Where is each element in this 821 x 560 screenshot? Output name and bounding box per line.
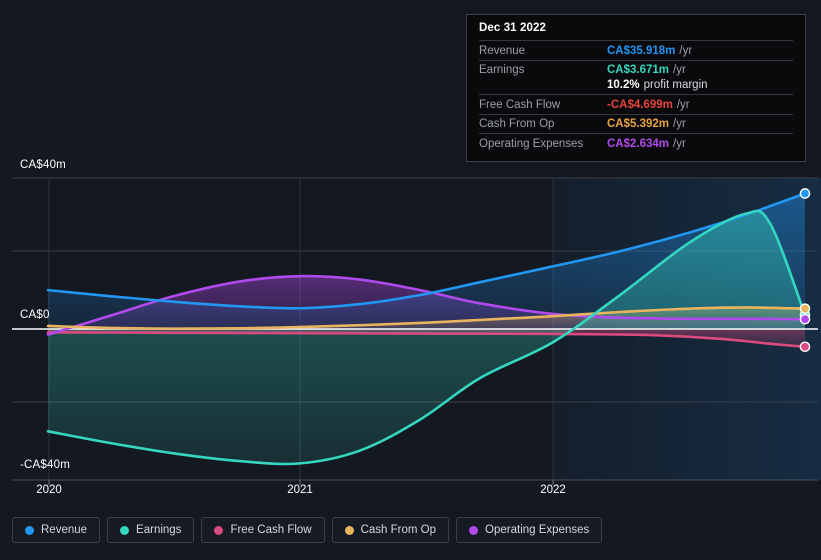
tooltip-row-unit: /yr xyxy=(673,137,686,150)
legend-item-label: Free Cash Flow xyxy=(230,524,312,536)
tooltip-row: 10.2% profit margin xyxy=(479,79,793,94)
tooltip-row-label: Earnings xyxy=(479,64,525,76)
tooltip-row-value: -CA$4.699m xyxy=(607,98,673,111)
y-axis-label-zero: CA$0 xyxy=(20,309,50,321)
legend-item-label: Operating Expenses xyxy=(485,524,590,536)
x-axis-label-2022: 2022 xyxy=(540,484,566,496)
legend-item-label: Earnings xyxy=(136,524,182,536)
tooltip-row-label: Revenue xyxy=(479,44,526,57)
endpoint-marker-operating_expenses xyxy=(799,313,811,325)
legend-item-cash-from-op[interactable]: Cash From Op xyxy=(331,517,450,543)
legend-color-dot-icon xyxy=(120,525,130,535)
tooltip-row-unit: /yr xyxy=(673,118,686,130)
data-tooltip: Dec 31 2022 Revenue CA$35.918m/yr Earnings… xyxy=(466,14,806,162)
tooltip-row: Operating Expenses CA$2.634m/yr xyxy=(479,133,793,153)
legend-color-dot-icon xyxy=(214,525,224,535)
endpoint-marker-revenue xyxy=(799,188,811,199)
tooltip-row-unit: /yr xyxy=(673,64,686,76)
tooltip-row: Revenue CA$35.918m/yr xyxy=(479,40,793,60)
tooltip-row-value: CA$35.918m xyxy=(607,44,676,57)
financial-performance-chart: CA$40m CA$0 -CA$40m 2020 2021 2022 Dec 31 … xyxy=(0,0,821,560)
tooltip-row-unit: /yr xyxy=(679,44,693,57)
legend-item-operating-expenses[interactable]: Operating Expenses xyxy=(456,517,603,543)
legend-color-dot-icon xyxy=(469,525,479,535)
legend-item-revenue[interactable]: Revenue xyxy=(12,517,101,543)
legend-item-label: Revenue xyxy=(41,524,88,536)
x-axis-label-2020: 2020 xyxy=(36,484,62,496)
y-axis-label-bottom: -CA$40m xyxy=(20,459,70,471)
chart-legend[interactable]: Revenue Earnings Free Cash Flow Cash From O… xyxy=(12,517,603,543)
endpoint-marker-free_cash_flow xyxy=(799,341,811,353)
tooltip-row-label: Operating Expenses xyxy=(479,137,584,150)
tooltip-date: Dec 31 2022 xyxy=(479,22,546,34)
tooltip-row-value: CA$5.392m xyxy=(607,118,670,130)
tooltip-row: Earnings CA$3.671m/yr xyxy=(479,59,793,80)
tooltip-row-value: CA$3.671m xyxy=(607,64,670,76)
tooltip-row-unit: /yr xyxy=(676,98,690,111)
endpoint-marker-cash_from_op xyxy=(799,303,811,314)
tooltip-row: Cash From Op CA$5.392m/yr xyxy=(479,113,793,134)
legend-item-earnings[interactable]: Earnings xyxy=(107,517,195,543)
legend-item-label: Cash From Op xyxy=(360,524,437,536)
tooltip-row: Free Cash Flow -CA$4.699m/yr xyxy=(479,94,793,114)
tooltip-rows: Revenue CA$35.918m/yr Earnings CA$3.671m/yr… xyxy=(479,40,793,153)
tooltip-row-subtext: profit margin xyxy=(643,79,708,91)
legend-color-dot-icon xyxy=(25,525,34,535)
tooltip-row-label: Free Cash Flow xyxy=(479,98,561,111)
tooltip-row-value: CA$2.634m xyxy=(607,137,670,150)
x-axis-label-2021: 2021 xyxy=(287,484,313,496)
tooltip-row-label: Cash From Op xyxy=(479,118,555,130)
legend-color-dot-icon xyxy=(344,525,354,535)
y-axis-label-top: CA$40m xyxy=(20,159,66,171)
tooltip-row-value: 10.2% xyxy=(607,79,640,91)
legend-item-free-cash-flow[interactable]: Free Cash Flow xyxy=(201,517,325,543)
